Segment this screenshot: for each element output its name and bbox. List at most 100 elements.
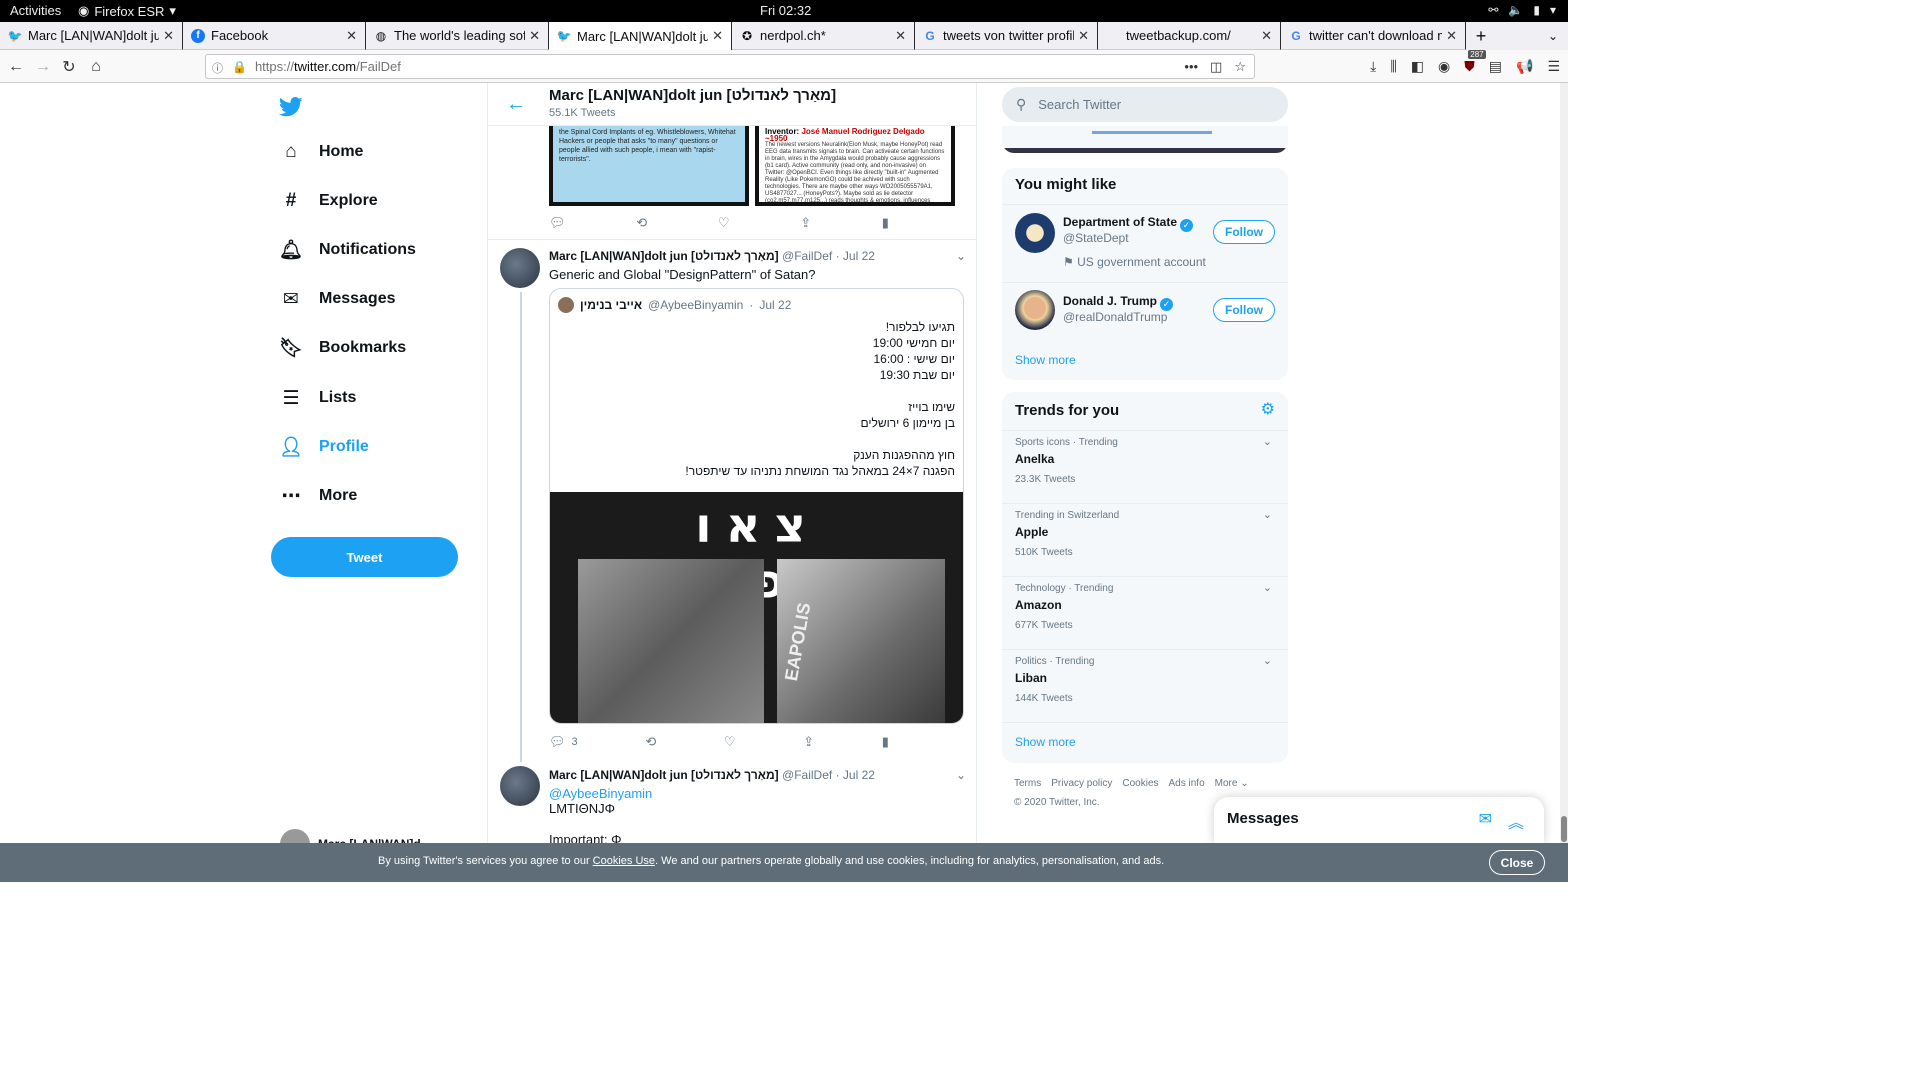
scrollbar-thumb[interactable] bbox=[1561, 816, 1567, 842]
media-preview-card[interactable] bbox=[1002, 126, 1288, 153]
gear-icon[interactable]: ⚙ bbox=[1261, 399, 1275, 419]
browser-tab[interactable]: ✪ nerdpol.ch* ✕ bbox=[732, 22, 915, 50]
back-icon[interactable]: ← bbox=[4, 55, 28, 79]
close-cookie-button[interactable]: Close bbox=[1489, 850, 1545, 875]
chevron-down-icon[interactable]: ⌄ bbox=[1263, 581, 1272, 594]
tweet-date[interactable]: Jul 22 bbox=[843, 768, 875, 782]
new-tab-button[interactable]: + bbox=[1466, 22, 1496, 50]
close-tab-icon[interactable]: ✕ bbox=[895, 28, 906, 44]
hamburger-menu-icon[interactable]: ☰ bbox=[1547, 58, 1560, 75]
reload-icon[interactable]: ↻ bbox=[57, 55, 81, 79]
footer-link-terms[interactable]: Terms bbox=[1014, 778, 1041, 789]
tweet-author-name[interactable]: Marc [LAN|WAN]dolt jun [מאַרך לאנדולט] bbox=[549, 249, 779, 263]
close-tab-icon[interactable]: ✕ bbox=[1078, 28, 1089, 44]
trend-item[interactable]: Sports icons · Trending Anelka 23.3K Twe… bbox=[1002, 430, 1288, 502]
new-message-icon[interactable]: ✉ bbox=[1479, 809, 1492, 829]
follow-suggestion[interactable]: Department of State ✓ @StateDept ⚑ US gov… bbox=[1002, 204, 1288, 280]
pocket-icon[interactable]: ◫ bbox=[1210, 59, 1222, 75]
download-icon[interactable]: ⤓ bbox=[1370, 58, 1376, 75]
sidebar-item-messages[interactable]: ✉ Messages bbox=[280, 279, 395, 319]
cookies-use-link[interactable]: Cookies Use bbox=[593, 855, 655, 867]
sidebar-icon[interactable]: ◧ bbox=[1411, 58, 1424, 75]
chevron-down-icon[interactable]: ⌄ bbox=[956, 249, 966, 263]
trend-item[interactable]: Politics · Trending Liban 144K Tweets ⌄ bbox=[1002, 649, 1288, 721]
tweet-handle[interactable]: @FailDef bbox=[782, 249, 832, 263]
messages-drawer[interactable]: Messages ✉ ︽ bbox=[1214, 797, 1544, 843]
url-bar[interactable]: ⓘ 🔒 https://twitter.com/FailDef ••• ◫ ☆ bbox=[205, 54, 1255, 79]
browser-tab[interactable]: f Facebook ✕ bbox=[183, 22, 366, 50]
back-arrow-icon[interactable]: ← bbox=[506, 93, 526, 116]
tweet-media[interactable]: the Spinal Cord Implants of eg. Whistleb… bbox=[549, 126, 962, 206]
close-tab-icon[interactable]: ✕ bbox=[712, 28, 723, 44]
show-more-link[interactable]: Show more bbox=[1015, 735, 1076, 749]
close-tab-icon[interactable]: ✕ bbox=[1261, 28, 1272, 44]
media-image-left[interactable]: the Spinal Cord Implants of eg. Whistleb… bbox=[549, 126, 749, 206]
tweet-author-name[interactable]: Marc [LAN|WAN]dolt jun [מאַרך לאנדולט] bbox=[549, 768, 779, 782]
page-scrollbar[interactable] bbox=[1560, 83, 1568, 843]
trend-item[interactable]: Technology · Trending Amazon 677K Tweets… bbox=[1002, 576, 1288, 648]
footer-link-more[interactable]: More ⌄ bbox=[1215, 778, 1249, 789]
library-icon[interactable]: ⫼ bbox=[1390, 58, 1396, 75]
browser-tab[interactable]: tweetbackup.com/ ✕ bbox=[1098, 22, 1281, 50]
sidebar-item-bookmarks[interactable]: 🔖︎ Bookmarks bbox=[279, 328, 406, 368]
chevron-down-icon[interactable]: ⌄ bbox=[1263, 435, 1272, 448]
extension-icon-3[interactable]: 📢 bbox=[1516, 58, 1533, 75]
lock-icon[interactable]: 🔒 bbox=[232, 60, 247, 74]
extension-icon-2[interactable]: ▤ bbox=[1489, 58, 1502, 75]
tweet[interactable]: Marc [LAN|WAN]dolt jun [מאַרך לאנדולט] @… bbox=[488, 759, 976, 843]
analytics-icon[interactable]: ▮ bbox=[882, 215, 889, 231]
clock[interactable]: Fri 02:32 bbox=[760, 3, 811, 18]
close-tab-icon[interactable]: ✕ bbox=[163, 28, 174, 44]
like-icon[interactable]: ♡ bbox=[718, 215, 730, 231]
search-input[interactable]: ⚲ Search Twitter bbox=[1002, 87, 1288, 122]
follow-button[interactable]: Follow bbox=[1213, 220, 1275, 244]
footer-link-ads-info[interactable]: Ads info bbox=[1169, 778, 1205, 789]
extension-icon[interactable]: ◉ bbox=[1438, 58, 1450, 75]
bookmark-star-icon[interactable]: ☆ bbox=[1234, 59, 1246, 75]
mention-link[interactable]: @AybeeBinyamin bbox=[549, 786, 652, 801]
retweet-icon[interactable]: ⟲ bbox=[645, 734, 656, 750]
system-tray[interactable]: ⚯ 🔈 ▮ ▾ bbox=[1488, 3, 1556, 17]
sidebar-item-notifications[interactable]: 🔔︎ Notifications bbox=[279, 230, 416, 270]
media-image-right[interactable]: Inventor: José Manuel Rodriguez Delgado … bbox=[755, 126, 955, 206]
like-icon[interactable]: ♡ bbox=[724, 734, 736, 750]
activities-button[interactable]: Activities bbox=[10, 3, 61, 18]
close-tab-icon[interactable]: ✕ bbox=[346, 28, 357, 44]
quoted-media-image[interactable]: צאו להפגין. EAPOLIS bbox=[550, 492, 963, 723]
sidebar-item-more[interactable]: ⋯ More bbox=[280, 476, 358, 516]
sidebar-item-explore[interactable]: # Explore bbox=[280, 181, 378, 221]
quoted-tweet[interactable]: אייבי בנימין @AybeeBinyamin · Jul 22 תגי… bbox=[549, 288, 964, 724]
app-menu[interactable]: ◉ Firefox ESR ▾ bbox=[78, 3, 176, 19]
browser-tab[interactable]: ◍ The world's leading softw ✕ bbox=[366, 22, 549, 50]
reply-button[interactable]: 💬︎ 3 bbox=[549, 734, 578, 750]
follow-button[interactable]: Follow bbox=[1213, 298, 1275, 322]
reply-icon[interactable]: 💬︎ bbox=[549, 215, 566, 231]
browser-tab[interactable]: 🐦 Marc [LAN|WAN]dolt jun ✕ bbox=[0, 22, 183, 50]
tab-list-menu-icon[interactable]: ⌄ bbox=[1538, 22, 1568, 50]
share-icon[interactable]: ⇪ bbox=[803, 734, 814, 750]
browser-tab-active[interactable]: 🐦 Marc [LAN|WAN]dolt jun ✕ bbox=[549, 22, 732, 50]
home-icon[interactable]: ⌂ bbox=[84, 55, 108, 79]
twitter-logo-icon[interactable] bbox=[278, 93, 303, 124]
share-icon[interactable]: ⇪ bbox=[800, 215, 811, 231]
avatar[interactable] bbox=[500, 766, 540, 806]
sidebar-item-lists[interactable]: ☰ Lists bbox=[280, 378, 356, 418]
chevron-down-icon[interactable]: ⌄ bbox=[956, 768, 966, 782]
chevron-down-icon[interactable]: ⌄ bbox=[1263, 654, 1272, 667]
trend-item[interactable]: Trending in Switzerland Apple 510K Tweet… bbox=[1002, 503, 1288, 575]
expand-chevron-up-icon[interactable]: ︽ bbox=[1508, 809, 1524, 833]
chevron-down-icon[interactable]: ⌄ bbox=[1263, 508, 1272, 521]
page-actions-icon[interactable]: ••• bbox=[1184, 59, 1198, 75]
footer-link-cookies[interactable]: Cookies bbox=[1122, 778, 1158, 789]
sidebar-item-home[interactable]: ⌂ Home bbox=[280, 132, 363, 172]
forward-icon[interactable]: → bbox=[31, 55, 55, 79]
info-icon[interactable]: ⓘ bbox=[212, 60, 226, 75]
tweet-handle[interactable]: @FailDef bbox=[782, 768, 832, 782]
show-more-link[interactable]: Show more bbox=[1015, 353, 1076, 367]
tweet-button[interactable]: Tweet bbox=[271, 537, 458, 577]
close-tab-icon[interactable]: ✕ bbox=[529, 28, 540, 44]
url-text[interactable]: https://twitter.com/FailDef bbox=[255, 59, 401, 74]
avatar[interactable] bbox=[500, 248, 540, 288]
follow-suggestion[interactable]: Donald J. Trump ✓ @realDonaldTrump Follow bbox=[1002, 282, 1288, 336]
ublock-icon[interactable]: ⛊ 287 bbox=[1464, 50, 1486, 75]
